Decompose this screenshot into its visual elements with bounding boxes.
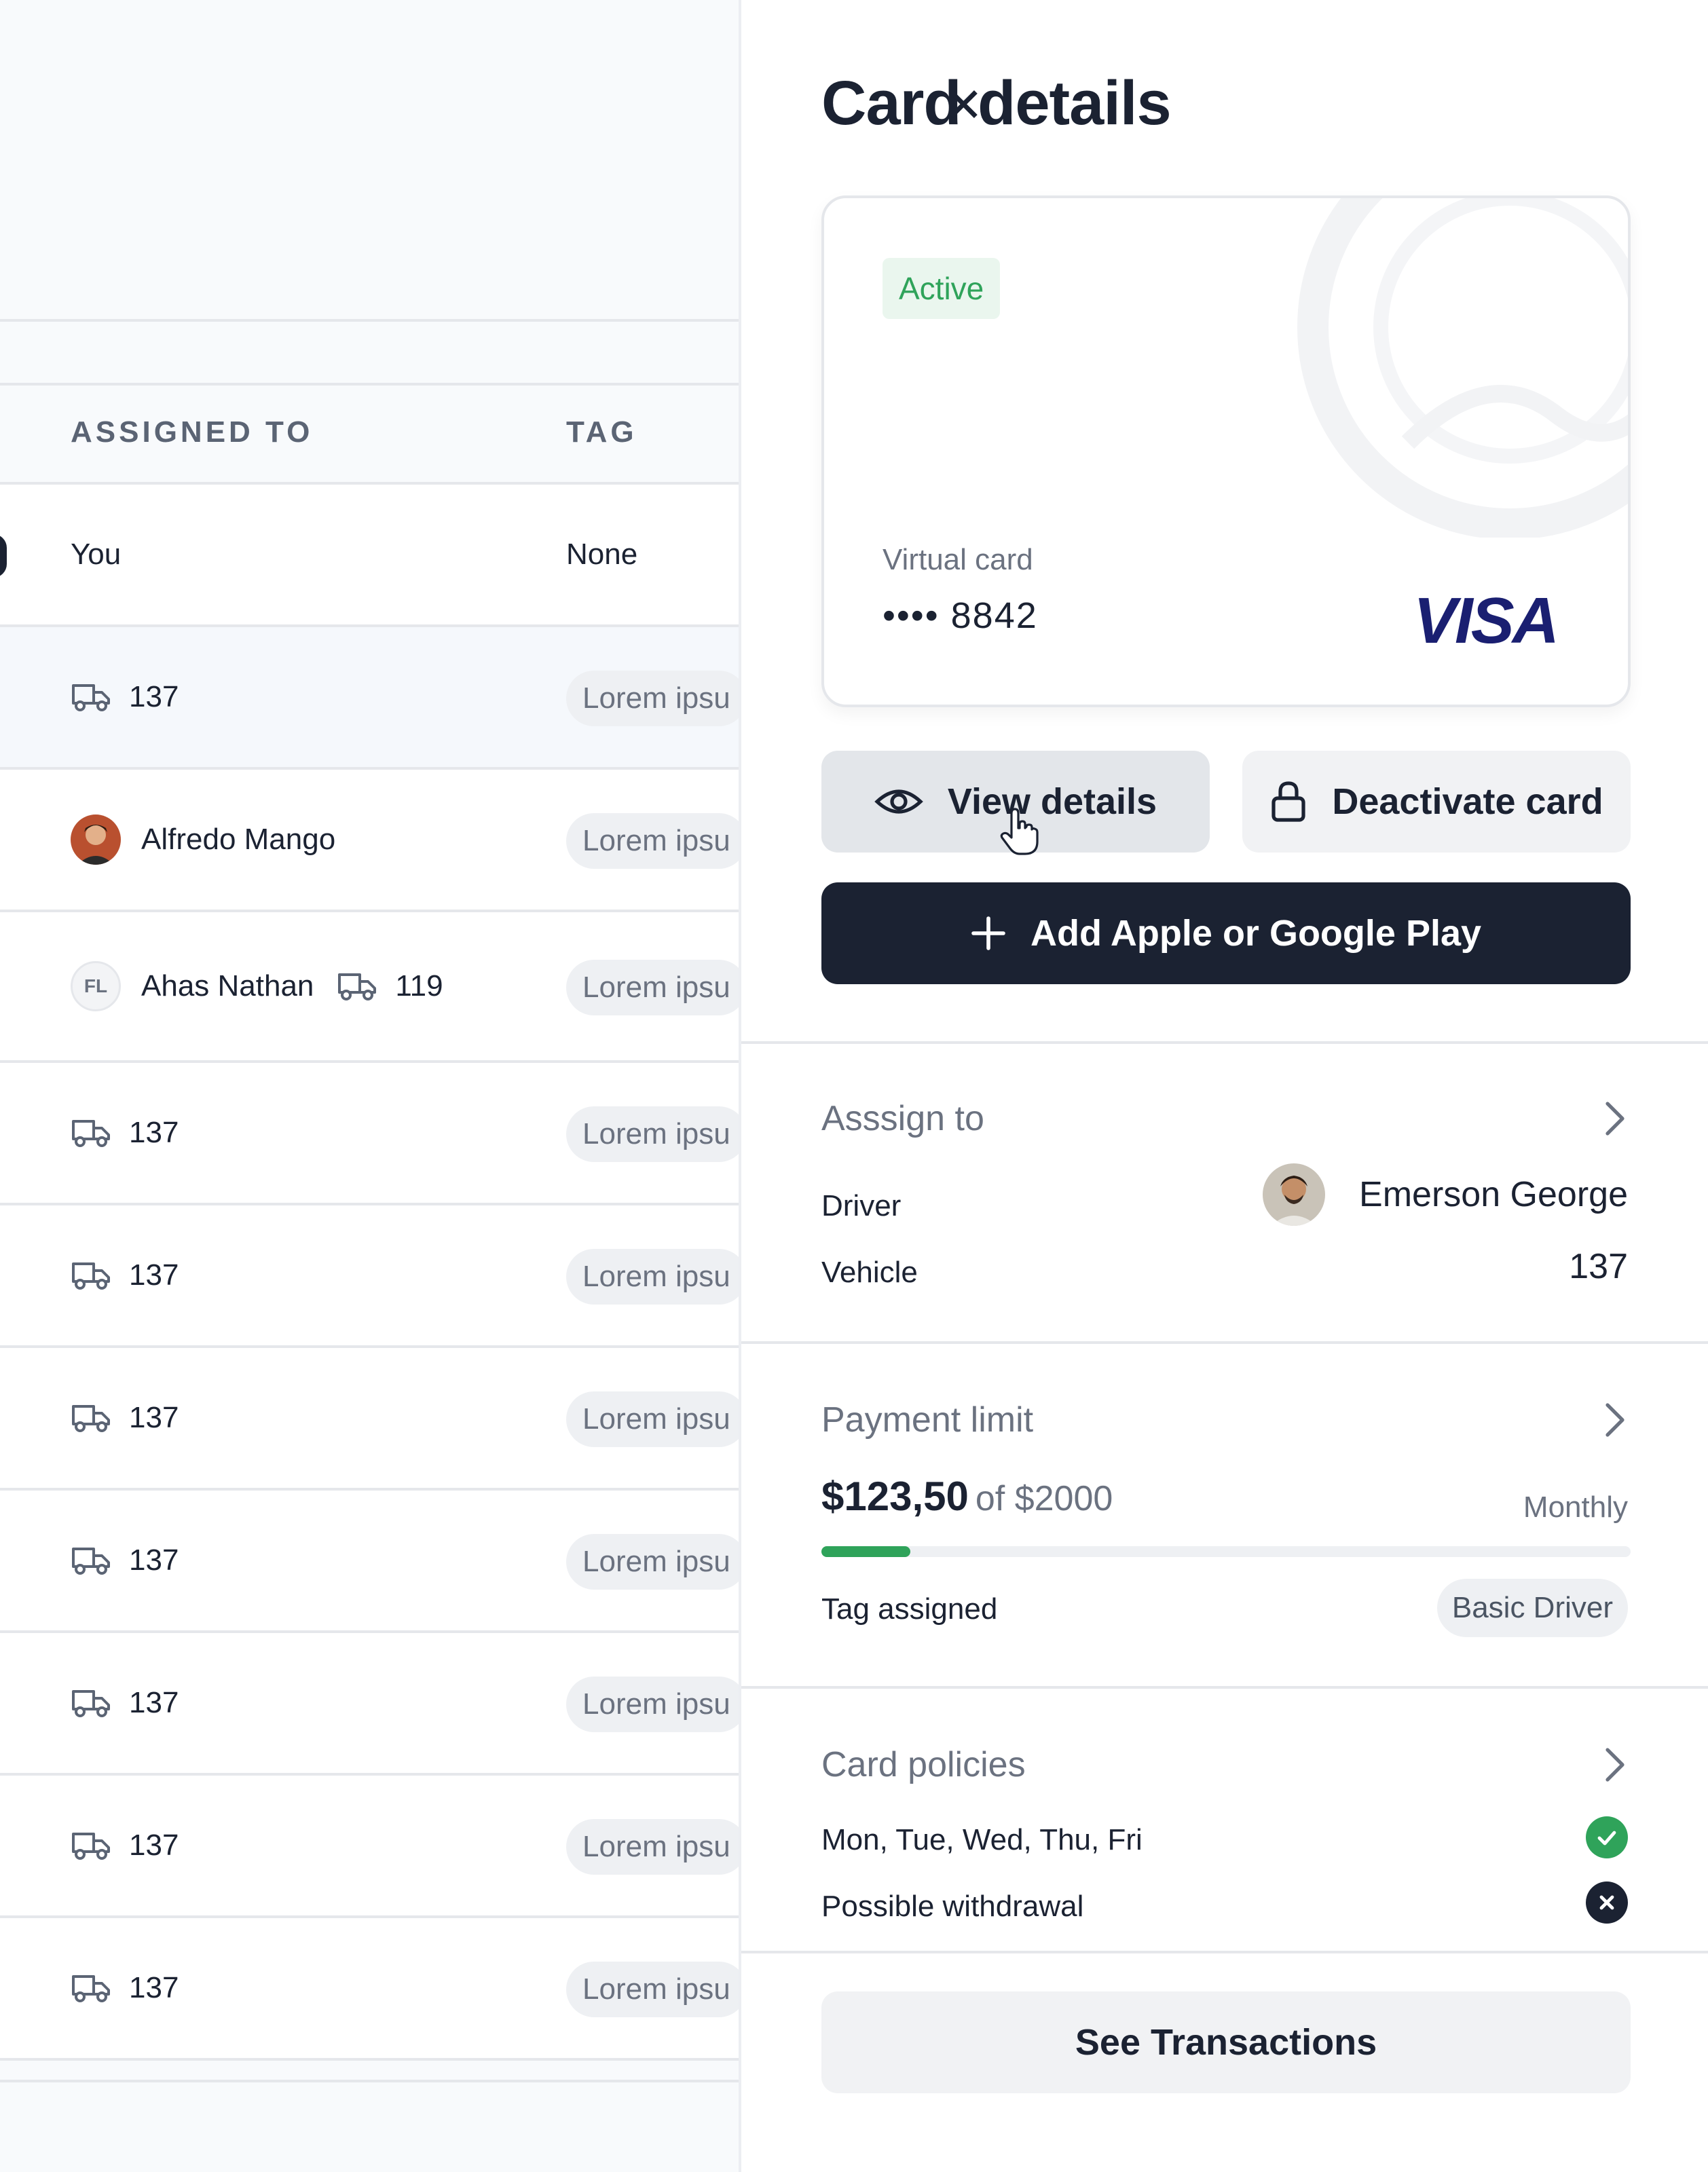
truck-icon (72, 1690, 110, 1717)
chevron-right-icon[interactable] (1601, 1746, 1628, 1784)
card-policies-title: Card policies (821, 1745, 1026, 1784)
vehicle-number: 137 (129, 1543, 179, 1577)
x-circle-icon (1586, 1881, 1628, 1924)
table-row[interactable]: Alfredo Mango Lorem ipsu (0, 770, 739, 912)
chevron-right-icon[interactable] (1601, 1401, 1628, 1439)
table-row[interactable]: 137 Lorem ipsu (0, 1205, 739, 1348)
initials-avatar: FL (71, 961, 121, 1011)
see-transactions-button[interactable]: See Transactions (821, 1991, 1631, 2093)
tag-pill[interactable]: Lorem ipsu (566, 1962, 739, 2017)
amount-limit: of $2000 (975, 1479, 1113, 1518)
status-badge: Active (883, 258, 1001, 319)
tag-pill[interactable]: Lorem ipsu (566, 1249, 739, 1305)
table-row[interactable]: You None (0, 485, 739, 627)
check-circle-icon (1586, 1816, 1628, 1858)
column-header-assigned-to[interactable]: ASSIGNED TO (71, 415, 313, 449)
payment-limit-title: Payment limit (821, 1400, 1034, 1440)
card-details-drawer: Card details ✕ Active Virtual card •••• … (739, 0, 1708, 2172)
payment-progress-fill (821, 1546, 911, 1557)
vehicle-number: 137 (129, 680, 179, 713)
section-divider (741, 1041, 1708, 1044)
table-row[interactable]: 137 Lorem ipsu (0, 1348, 739, 1491)
table-row[interactable]: 137 Lorem ipsu (0, 1918, 739, 2061)
payment-progress-bar (821, 1546, 1631, 1557)
table-footer-divider (0, 2058, 739, 2082)
row-checkbox[interactable] (0, 534, 7, 578)
vehicle-number: 137 (129, 1971, 179, 2004)
truck-icon (72, 1833, 110, 1860)
driver-avatar (1263, 1163, 1325, 1226)
tag-pill[interactable]: Lorem ipsu (566, 813, 739, 869)
eye-icon (874, 789, 923, 814)
section-divider (741, 1686, 1708, 1689)
assignee-name: Alfredo Mango (141, 823, 336, 856)
table-row[interactable]: 137 Lorem ipsu (0, 1491, 739, 1633)
table-row[interactable]: 137 Lorem ipsu (0, 1063, 739, 1205)
vehicle-label: Vehicle (821, 1256, 918, 1289)
driver-name[interactable]: Emerson George (1359, 1174, 1628, 1215)
assignee-name: Ahas Nathan (141, 969, 314, 1003)
policy-label: Possible withdrawal (821, 1890, 1084, 1923)
column-header-tag[interactable]: TAG (566, 415, 637, 449)
tag-pill[interactable]: Lorem ipsu (566, 1534, 739, 1590)
cards-table-panel: ASSIGNED TO TAG You None 137 Lorem ipsu … (0, 0, 739, 2172)
avatar (71, 814, 121, 865)
truck-icon (72, 1262, 110, 1290)
vehicle-number: 137 (129, 1258, 179, 1292)
drawer-title: Card details (821, 69, 1172, 138)
table-top-divider (0, 319, 739, 322)
tag-pill[interactable]: Lorem ipsu (566, 1677, 739, 1732)
vehicle-number: 137 (129, 1401, 179, 1434)
vehicle-number: 137 (129, 1686, 179, 1719)
card-watermark-icon (1297, 198, 1628, 538)
tag-pill[interactable]: Lorem ipsu (566, 1819, 739, 1875)
tag-pill[interactable]: Lorem ipsu (566, 671, 739, 726)
deactivate-card-button[interactable]: Deactivate card (1242, 751, 1631, 853)
virtual-card[interactable]: Active Virtual card •••• 8842 VISA (821, 195, 1631, 707)
table-row[interactable]: 137 Lorem ipsu (0, 1633, 739, 1776)
vehicle-number: 137 (129, 1829, 179, 1862)
section-divider (741, 1341, 1708, 1344)
policy-label: Mon, Tue, Wed, Thu, Fri (821, 1823, 1143, 1856)
tag-pill[interactable]: Lorem ipsu (566, 960, 739, 1015)
truck-icon (338, 973, 377, 1000)
card-number: •••• 8842 (883, 595, 1038, 636)
vehicle-number: 119 (395, 969, 443, 1003)
assign-section-title: Asssign to (821, 1099, 984, 1138)
payment-amount: $123,50 of $2000 (821, 1473, 1113, 1520)
lock-icon (1271, 781, 1305, 822)
truck-icon (72, 1975, 110, 2002)
driver-label: Driver (821, 1189, 902, 1222)
truck-icon (72, 684, 110, 711)
tag-assigned-label: Tag assigned (821, 1592, 998, 1626)
truck-icon (72, 1120, 110, 1147)
visa-logo: VISA (1413, 584, 1559, 657)
add-to-wallet-label: Add Apple or Google Play (1030, 913, 1482, 954)
chevron-right-icon[interactable] (1601, 1100, 1628, 1138)
table-row[interactable]: FL Ahas Nathan 119 Lorem ipsu (0, 912, 739, 1063)
truck-icon (72, 1548, 110, 1575)
table-row[interactable]: 137 Lorem ipsu (0, 1776, 739, 1918)
add-to-wallet-button[interactable]: Add Apple or Google Play (821, 882, 1631, 984)
table-row[interactable]: 137 Lorem ipsu (0, 627, 739, 770)
amount-spent: $123,50 (821, 1474, 969, 1519)
tag-pill[interactable]: Lorem ipsu (566, 1106, 739, 1162)
view-details-label: View details (947, 781, 1157, 822)
drawer-footer: See Transactions (741, 1951, 1708, 2172)
plus-icon (971, 916, 1005, 950)
vehicle-value[interactable]: 137 (1569, 1246, 1628, 1287)
limit-period: Monthly (1523, 1491, 1628, 1524)
tag-assigned-badge[interactable]: Basic Driver (1436, 1579, 1628, 1637)
truck-icon (72, 1405, 110, 1432)
tag-pill[interactable]: Lorem ipsu (566, 1391, 739, 1447)
close-icon[interactable]: ✕ (944, 77, 984, 133)
assigned-to-text: You (71, 538, 122, 571)
tag-text: None (566, 538, 638, 571)
vehicle-number: 137 (129, 1116, 179, 1149)
hand-cursor-icon (1000, 808, 1039, 855)
card-type-label: Virtual card (883, 543, 1033, 576)
deactivate-card-label: Deactivate card (1332, 781, 1603, 822)
